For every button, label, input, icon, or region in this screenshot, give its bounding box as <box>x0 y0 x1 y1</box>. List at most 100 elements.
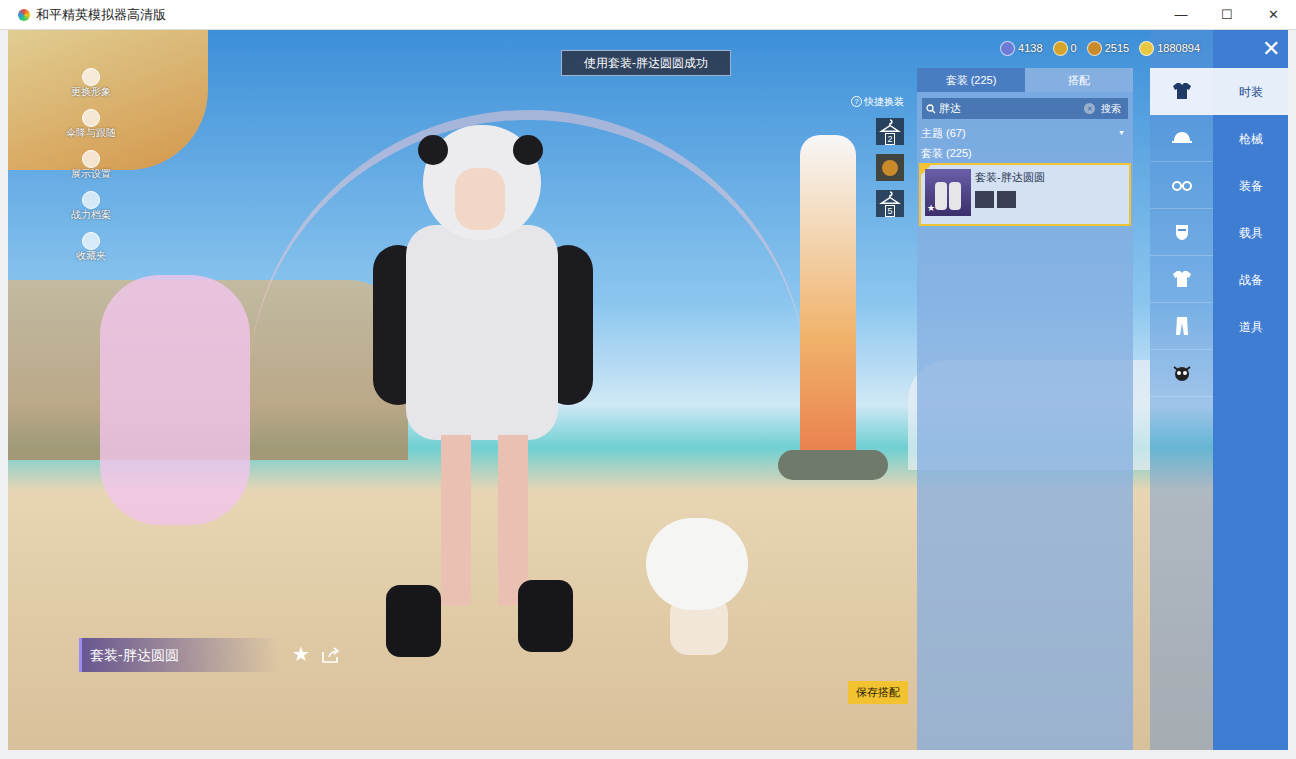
search-icon <box>926 104 936 114</box>
lighthouse-base <box>778 450 888 480</box>
pet-head <box>646 518 748 610</box>
currency: 4138 <box>1000 40 1042 57</box>
category-tab[interactable]: 战备 <box>1213 256 1288 303</box>
outfit-icon <box>1170 79 1194 103</box>
icon-tab[interactable] <box>1150 350 1213 397</box>
icon-tab[interactable] <box>1150 68 1213 115</box>
dropdown-arrow: ▼ <box>1118 128 1129 139</box>
category-tab[interactable]: 道具 <box>1213 303 1288 350</box>
hanger-icon <box>879 118 901 133</box>
side-menu-item[interactable]: 收藏夹 <box>66 232 116 262</box>
pants-icon <box>1170 314 1194 338</box>
badge-icon <box>882 160 898 176</box>
currency: 2515 <box>1087 40 1129 57</box>
side-menu-item[interactable]: 展示设置 <box>66 150 116 180</box>
close-button[interactable]: ✕ <box>1262 37 1280 61</box>
outfit-thumbnail: ★ <box>925 169 971 216</box>
window-control-button[interactable]: ✕ <box>1250 0 1296 30</box>
scene: 更换形象伞降与跟随展示设置战力档案收藏夹 使用套装-胖达圆圆成功?快捷换装 2 5 套装… <box>8 30 1150 750</box>
character-ear-right <box>513 135 543 165</box>
quick-change-slot[interactable]: 2 <box>876 118 904 145</box>
mask-icon <box>1170 220 1194 244</box>
icon-tab[interactable] <box>1150 256 1213 303</box>
outfit-part-icon <box>975 191 994 208</box>
side-menu: 更换形象伞降与跟随展示设置战力档案收藏夹 <box>66 68 116 262</box>
category-tab[interactable]: 枪械 <box>1213 115 1288 162</box>
window-title: 和平精英模拟器高清版 <box>36 5 166 25</box>
menu-item-icon <box>82 232 100 250</box>
app-window: 和平精英模拟器高清版—☐✕更换形象伞降与跟随展示设置战力档案收藏夹使用套装-胖达… <box>0 0 1296 759</box>
hat-icon <box>1170 126 1194 150</box>
currency: 1880894 <box>1139 40 1200 57</box>
quick-change: ?快捷换装 2 5 <box>851 94 904 217</box>
outfit-panel: 套装 (225)搭配胖达✕搜索主题 (67)▼套装 (225)★套装-胖达圆圆 <box>917 68 1133 750</box>
character-ear-left <box>418 135 448 165</box>
outfit-card[interactable]: ★ 套装-胖达圆圆 <box>919 163 1131 226</box>
help-icon[interactable]: ? <box>851 96 862 107</box>
share-icon[interactable] <box>321 646 341 664</box>
side-menu-item[interactable]: 战力档案 <box>66 191 116 221</box>
desktop-strip-right <box>1288 30 1296 750</box>
game-view: 更换形象伞降与跟随展示设置战力档案收藏夹 使用套装-胖达圆圆成功?快捷换装 2 5 套装… <box>8 30 1288 750</box>
side-menu-item[interactable]: 伞降与跟随 <box>66 109 116 139</box>
character-shoe-right <box>518 580 573 652</box>
icon-tab[interactable] <box>1150 209 1213 256</box>
quick-change-badge-slot[interactable] <box>876 154 904 181</box>
app-logo-icon <box>18 9 30 21</box>
pet-icon <box>1170 361 1194 385</box>
character-leg-right <box>498 435 528 605</box>
character-body <box>406 225 558 440</box>
clear-button[interactable]: ✕ <box>1084 103 1095 114</box>
outfit-part-icon <box>997 191 1016 208</box>
category-tab[interactable]: 时装 <box>1213 68 1288 115</box>
toast: 使用套装-胖达圆圆成功 <box>561 50 731 76</box>
panel-tab[interactable]: 搭配 <box>1025 68 1133 92</box>
category-tab[interactable]: 载具 <box>1213 209 1288 256</box>
icon-tab[interactable] <box>1150 115 1213 162</box>
menu-item-icon <box>82 109 100 127</box>
currency-bar: 4138 0 2515 1880894 <box>1000 40 1200 57</box>
coin-icon <box>1139 41 1154 56</box>
category-column: ✕ 时装枪械装备载具战备道具 <box>1213 30 1288 750</box>
nameplate: 套装-胖达圆圆 <box>79 638 279 672</box>
title-bar: 和平精英模拟器高清版 —☐✕ <box>0 0 1296 30</box>
icon-tab[interactable] <box>1150 303 1213 350</box>
panel-tab[interactable]: 套装 (225) <box>917 68 1025 92</box>
outfit-icon <box>1170 267 1194 291</box>
menu-item-icon <box>82 68 100 86</box>
desktop-strip-bottom <box>0 750 1296 759</box>
ship <box>8 30 208 170</box>
panel-tabs: 套装 (225)搭配 <box>917 68 1133 92</box>
quick-change-label: 快捷换装 <box>864 94 904 109</box>
side-menu-item[interactable]: 更换形象 <box>66 68 116 98</box>
search-value: 胖达 <box>939 100 1081 117</box>
lighthouse <box>800 135 856 475</box>
glasses-icon <box>1170 173 1194 197</box>
category-tab[interactable]: 装备 <box>1213 162 1288 209</box>
favorite-star-icon: ★ <box>927 202 935 216</box>
search-button[interactable]: 搜索 <box>1098 101 1124 116</box>
horse-mount <box>100 275 250 525</box>
quick-change-slot[interactable]: 5 <box>876 190 904 217</box>
character-shoe-left <box>386 585 441 657</box>
window-control-button[interactable]: — <box>1158 0 1204 30</box>
theme-filter[interactable]: 主题 (67)▼ <box>921 125 1129 142</box>
coin-icon <box>1087 41 1102 56</box>
character-face <box>455 168 505 230</box>
character-leg-left <box>441 435 471 605</box>
menu-item-icon <box>82 191 100 209</box>
coin-icon <box>1053 41 1068 56</box>
hanger-icon <box>879 190 901 205</box>
currency: 0 <box>1053 40 1077 57</box>
desktop-strip-left <box>0 30 8 750</box>
favorite-button-icon[interactable]: ★ <box>292 642 310 666</box>
coin-icon <box>1000 41 1015 56</box>
search-field[interactable]: 胖达✕搜索 <box>922 98 1128 119</box>
icon-tab-column <box>1150 30 1213 750</box>
outfit-name: 套装-胖达圆圆 <box>975 169 1045 186</box>
window-control-button[interactable]: ☐ <box>1204 0 1250 30</box>
section-label: 套装 (225) <box>921 145 1129 162</box>
menu-item-icon <box>82 150 100 168</box>
save-button[interactable]: 保存搭配 <box>848 681 908 704</box>
icon-tab[interactable] <box>1150 162 1213 209</box>
